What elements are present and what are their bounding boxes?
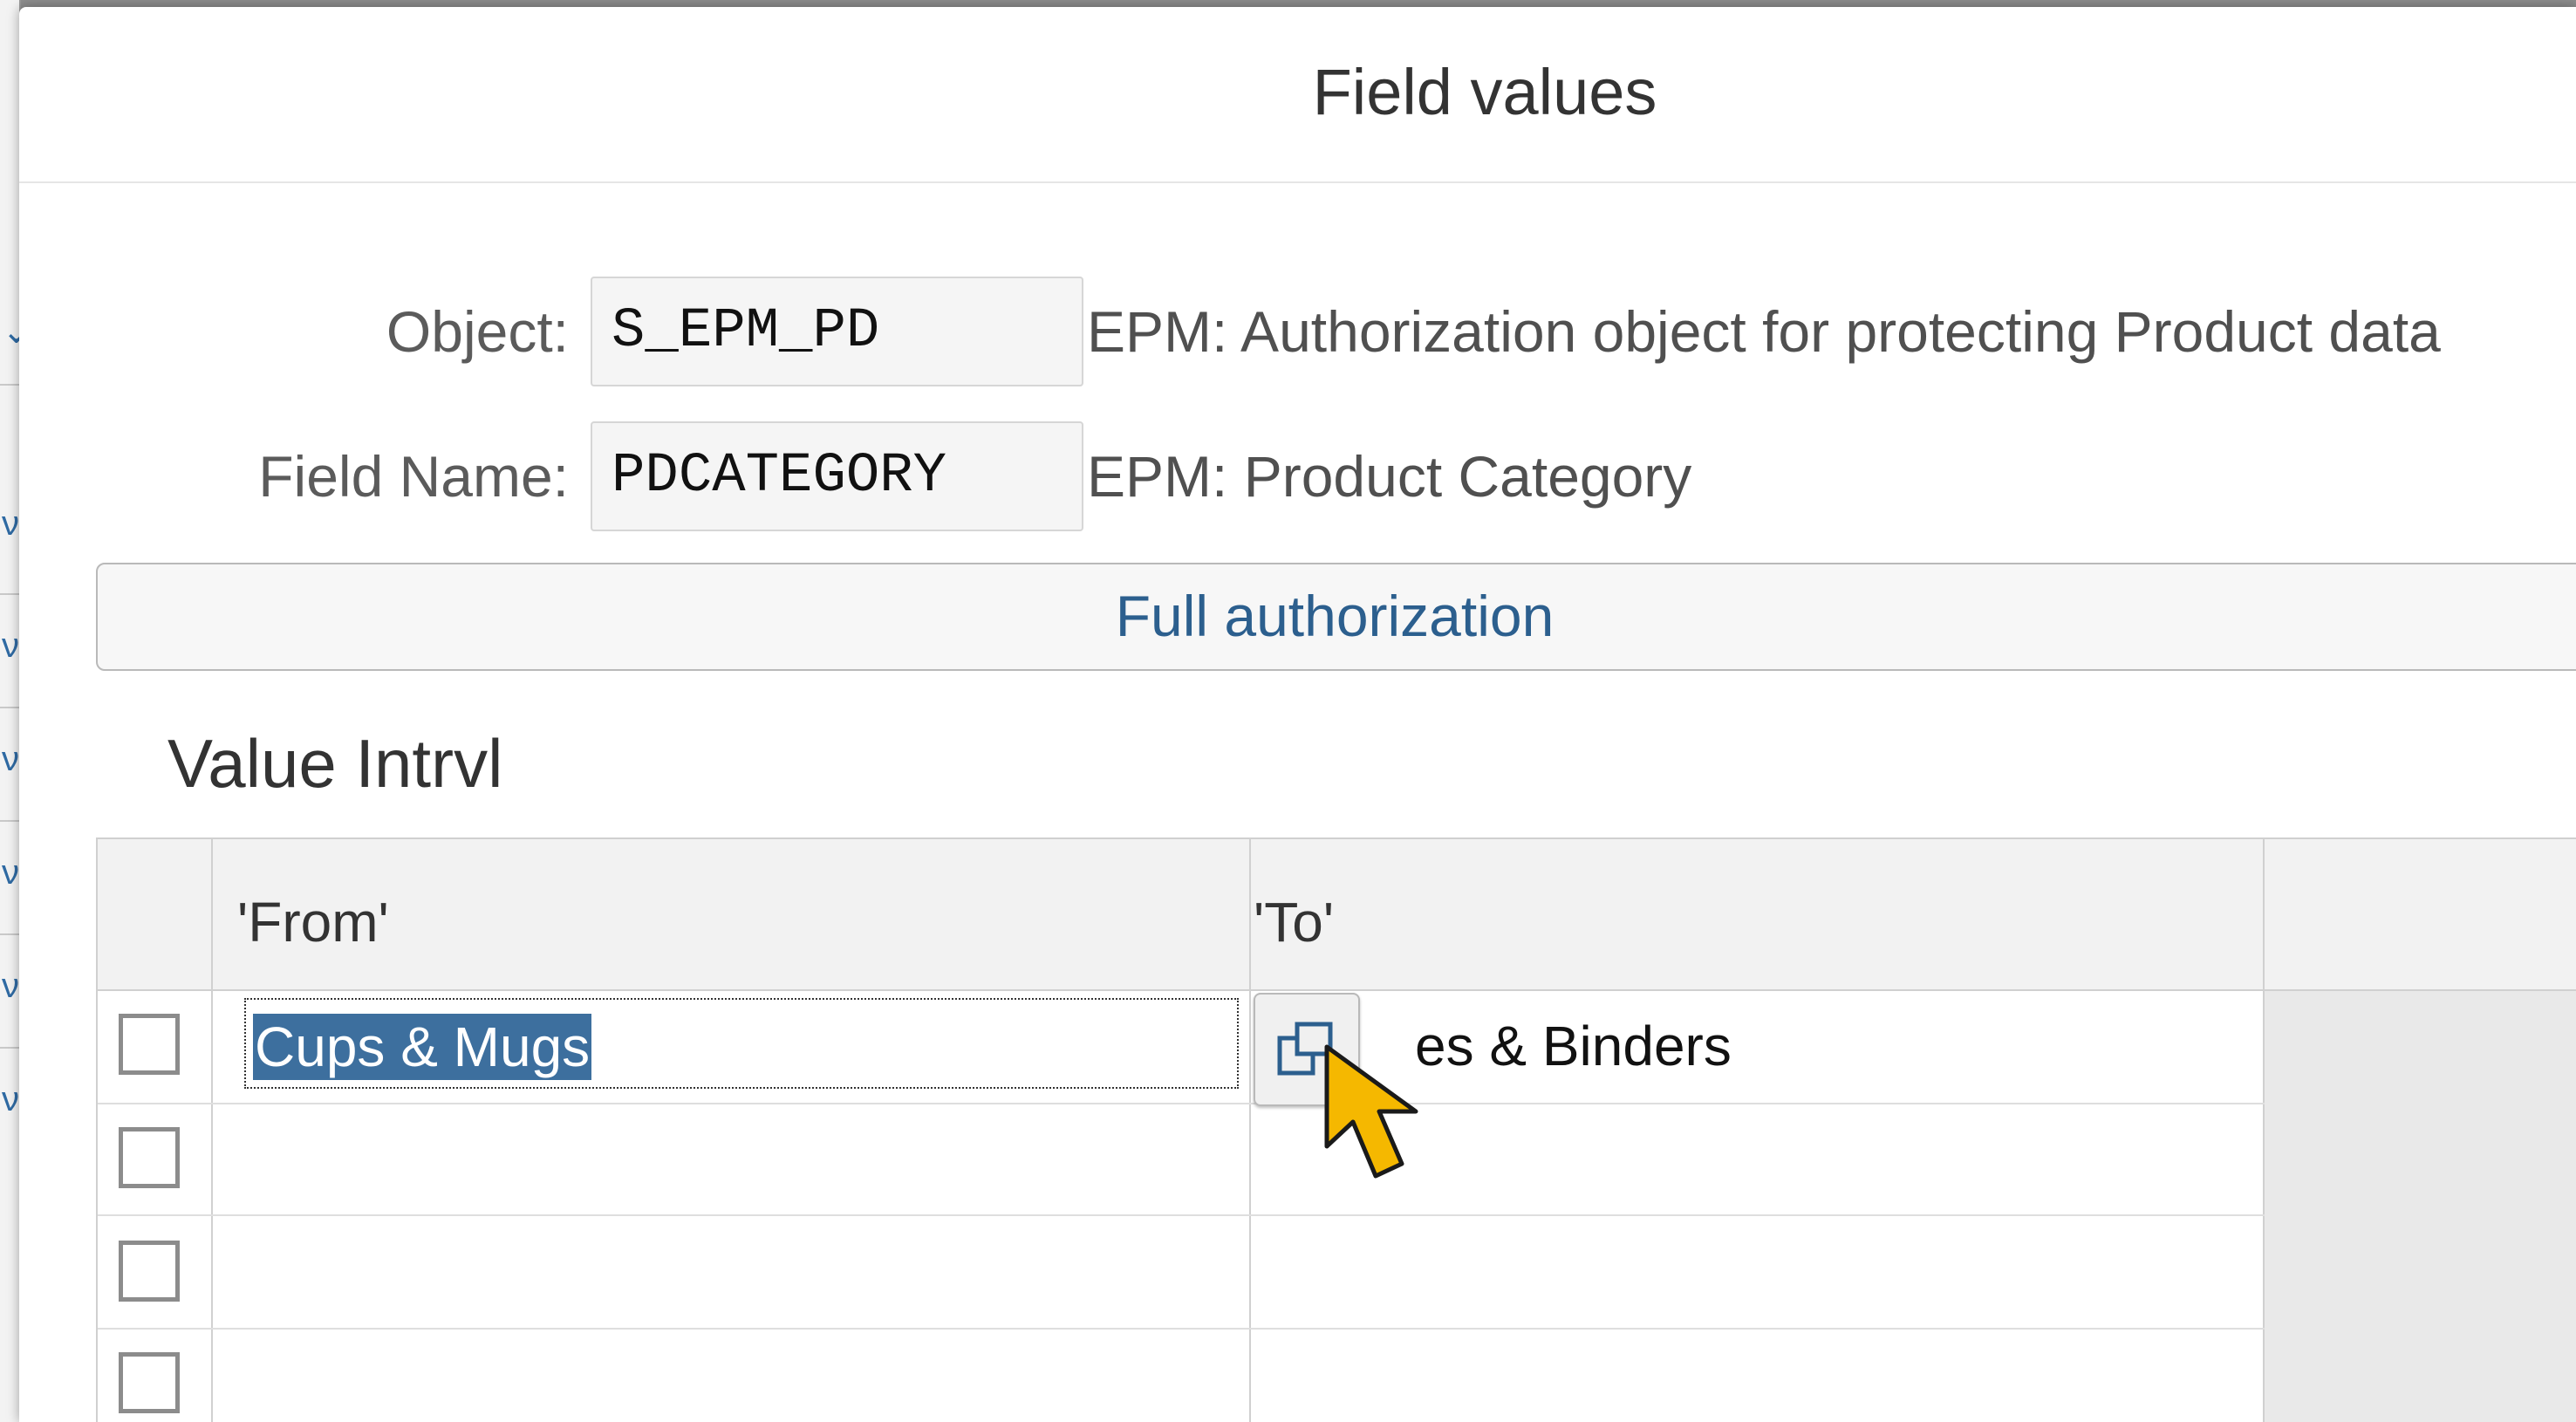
divider bbox=[0, 707, 19, 708]
column-divider bbox=[211, 839, 213, 1422]
divider bbox=[0, 593, 19, 595]
column-header-from: 'From' bbox=[237, 891, 389, 954]
full-authorization-button[interactable]: Full authorization bbox=[96, 563, 2576, 671]
from-input-value: Cups & Mugs bbox=[253, 1014, 592, 1080]
section-title: Value Intrvl bbox=[167, 725, 503, 802]
row-select-checkbox[interactable] bbox=[119, 1241, 180, 1302]
to-input-value[interactable]: es & Binders bbox=[1415, 1014, 1732, 1078]
row-select-checkbox[interactable] bbox=[119, 1352, 180, 1413]
background-mark: ν bbox=[2, 504, 19, 543]
field-values-dialog: Field values Object: S_EPM_PD EPM: Autho… bbox=[19, 7, 2576, 1422]
background-mark: ν bbox=[2, 967, 19, 1005]
field-name-label: Field Name: bbox=[258, 444, 569, 509]
mouse-pointer-icon bbox=[1324, 1044, 1418, 1179]
table-empty-area bbox=[2265, 991, 2576, 1422]
background-app-strip: ⌄ ν ν ν ν ν ν bbox=[0, 0, 31, 1422]
divider bbox=[0, 933, 19, 935]
field-name-field: PDCATEGORY bbox=[591, 421, 1083, 531]
object-field: S_EPM_PD bbox=[591, 277, 1083, 386]
row-divider bbox=[98, 1214, 2265, 1216]
table-header: 'From' 'To' bbox=[98, 839, 2576, 991]
background-mark: ν bbox=[2, 853, 19, 892]
row-divider bbox=[98, 1328, 2265, 1330]
divider bbox=[0, 384, 19, 386]
background-mark: ν bbox=[2, 1080, 19, 1118]
divider bbox=[0, 820, 19, 822]
dialog-header: Field values bbox=[19, 7, 2576, 183]
column-header-to: 'To' bbox=[1254, 891, 1335, 954]
field-name-description: EPM: Product Category bbox=[1087, 444, 1692, 509]
column-divider bbox=[1249, 839, 1251, 1422]
background-mark: ν bbox=[2, 626, 19, 665]
dialog-title: Field values bbox=[1312, 56, 1657, 128]
row-select-checkbox[interactable] bbox=[119, 1127, 180, 1188]
object-description: EPM: Authorization object for protecting… bbox=[1087, 299, 2441, 364]
object-label: Object: bbox=[386, 299, 569, 364]
row-divider bbox=[98, 1103, 2265, 1104]
row-select-checkbox[interactable] bbox=[119, 1014, 180, 1075]
divider bbox=[0, 1047, 19, 1049]
background-mark: ν bbox=[2, 740, 19, 778]
from-input[interactable]: Cups & Mugs bbox=[244, 998, 1239, 1089]
